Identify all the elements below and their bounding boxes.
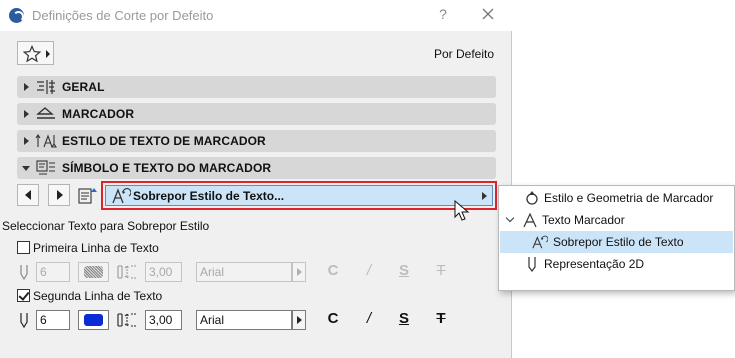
section-label: ESTILO DE TEXTO DE MARCADOR (62, 134, 266, 148)
section-general[interactable]: GERAL (17, 76, 496, 98)
arrow-left-icon (25, 190, 31, 200)
marker-icon (36, 107, 55, 119)
popup-item-label: Estilo e Geometria de Marcador (544, 191, 714, 205)
override-dropdown-label: Sobrepor Estilo de Texto... (133, 189, 285, 203)
window-title: Definições de Corte por Defeito (32, 8, 214, 23)
default-section-settings-dialog: Definições de Corte por Defeito ? Por De… (0, 0, 512, 358)
arrow-right-icon (57, 190, 63, 200)
pen-icon (20, 265, 28, 280)
pen-icon (20, 313, 28, 328)
popup-item-2d-representation[interactable]: Representação 2D (500, 253, 733, 275)
select-text-label: Seleccionar Texto para Sobrepor Estilo (2, 219, 210, 233)
collapse-arrow-icon (22, 166, 30, 171)
section-label: SÍMBOLO E TEXTO DO MARCADOR (62, 161, 272, 175)
first-line-pen-color[interactable] (78, 262, 109, 282)
chevron-right-icon (46, 50, 50, 58)
text-size-icon (117, 313, 136, 327)
marker-text-style-icon (35, 134, 57, 148)
popup-item-override-text-style[interactable]: Sobrepor Estilo de Texto (500, 231, 733, 253)
popup-item-label: Texto Marcador (542, 213, 625, 227)
favorites-button[interactable] (17, 41, 54, 65)
default-label: Por Defeito (433, 47, 494, 61)
section-marker-text-style[interactable]: ESTILO DE TEXTO DE MARCADOR (17, 130, 496, 152)
2d-representation-icon (528, 257, 536, 272)
expand-arrow-icon (24, 137, 29, 145)
archicad-app-icon (9, 8, 24, 23)
first-line-pen-field[interactable]: 6 (36, 262, 70, 282)
title-bar: Definições de Corte por Defeito ? (0, 0, 512, 31)
second-line-strikethrough-toggle[interactable]: T (433, 310, 449, 327)
second-line-pen-color[interactable] (78, 310, 109, 330)
help-button[interactable]: ? (434, 6, 452, 24)
marker-symbol-text-icon (36, 160, 55, 175)
panel-list-button[interactable] (76, 184, 98, 206)
expand-arrow-icon (24, 83, 29, 91)
section-marker[interactable]: MARCADOR (17, 103, 496, 125)
text-size-icon (117, 265, 136, 279)
second-line-font-dropdown[interactable] (292, 310, 306, 330)
chevron-down-icon (505, 213, 515, 223)
second-line-size-field[interactable]: 3,00 (145, 310, 182, 330)
close-button[interactable] (478, 4, 498, 24)
general-settings-icon (37, 80, 55, 94)
first-line-checkbox[interactable] (17, 241, 30, 254)
first-line-font-field[interactable]: Arial (196, 262, 292, 282)
override-text-style-icon (532, 235, 548, 249)
next-button[interactable] (48, 184, 70, 206)
pen-color-swatch (84, 314, 103, 326)
page-list-icon (78, 188, 97, 204)
popup-item-marker-geometry[interactable]: Estilo e Geometria de Marcador (500, 187, 733, 209)
first-line-font-dropdown[interactable] (292, 262, 306, 282)
first-line-label: Primeira Linha de Texto (33, 241, 159, 255)
section-label: MARCADOR (62, 107, 135, 121)
override-text-style-icon (112, 188, 131, 204)
star-icon (22, 45, 42, 63)
first-line-bold-toggle[interactable]: C (325, 262, 341, 279)
second-line-bold-toggle[interactable]: C (325, 310, 341, 327)
popup-item-label: Sobrepor Estilo de Texto (553, 235, 684, 249)
pattern-swatch (84, 266, 103, 278)
text-marker-icon (523, 212, 537, 228)
first-line-underline-toggle[interactable]: S (396, 262, 412, 279)
second-line-underline-toggle[interactable]: S (396, 310, 412, 327)
previous-button[interactable] (17, 184, 39, 206)
chevron-right-icon (482, 192, 487, 200)
marker-geometry-icon (526, 191, 538, 205)
first-line-italic-toggle[interactable]: / (361, 262, 377, 279)
first-line-size-field[interactable]: 3,00 (145, 262, 182, 282)
expand-arrow-icon (24, 110, 29, 118)
section-marker-symbol-text[interactable]: SÍMBOLO E TEXTO DO MARCADOR (17, 157, 496, 179)
first-line-strikethrough-toggle[interactable]: T (433, 262, 449, 279)
close-icon (482, 8, 494, 20)
popup-item-label: Representação 2D (544, 257, 645, 271)
override-text-style-dropdown[interactable]: Sobrepor Estilo de Texto... (105, 185, 493, 206)
panel-navigation-popup: Estilo e Geometria de Marcador Texto Mar… (498, 185, 735, 291)
second-line-checkbox[interactable] (17, 289, 30, 302)
second-line-pen-field[interactable]: 6 (36, 310, 70, 330)
second-line-label: Segunda Linha de Texto (33, 289, 163, 303)
mouse-cursor-icon (454, 200, 470, 221)
popup-item-text-marker[interactable]: Texto Marcador (500, 209, 733, 231)
second-line-font-field[interactable]: Arial (196, 310, 292, 330)
section-label: GERAL (62, 80, 105, 94)
second-line-italic-toggle[interactable]: / (361, 310, 377, 327)
override-text-style-dropdown-highlight: Sobrepor Estilo de Texto... (101, 181, 497, 210)
